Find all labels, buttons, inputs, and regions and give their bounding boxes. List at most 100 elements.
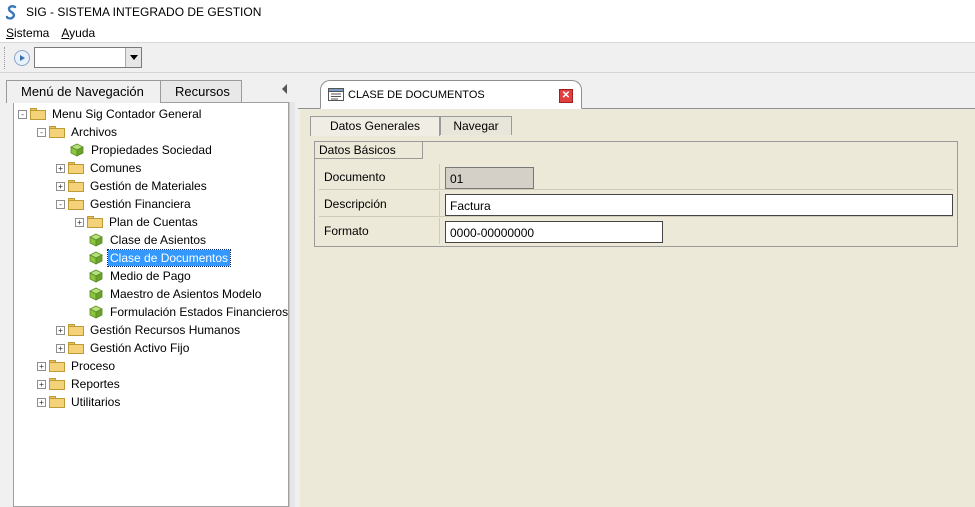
tree-node[interactable]: + Reportes [37,375,122,393]
documento-label: Documento [324,170,386,184]
module-combo[interactable] [34,47,142,68]
tree-node[interactable]: Propiedades Sociedad [56,141,214,159]
document-content: Datos Generales Navegar Datos Básicos Do… [300,109,975,507]
tree-node-label: Medio de Pago [110,269,191,283]
tree-node[interactable]: + Utilitarios [37,393,122,411]
documento-field[interactable]: 01 [445,167,534,189]
tree-node[interactable]: - Menu Sig Contador General [18,105,203,123]
formato-row: Formato 0000-00000000 [319,218,953,244]
expand-icon[interactable]: + [75,217,84,227]
document-tab-label: CLASE DE DOCUMENTOS [348,88,485,101]
collapse-icon[interactable]: - [37,127,46,137]
folder-icon [68,342,84,354]
tree-node[interactable]: - Gestión Financiera [56,195,193,213]
tree-node-label: Proceso [71,359,116,373]
tree-node[interactable]: Clase de Documentos [75,249,232,267]
menu-sistema[interactable]: Sistema [0,26,55,40]
tree-node[interactable]: + Gestión Activo Fijo [56,339,191,357]
tree-node-label: Gestión Recursos Humanos [90,323,241,337]
row-divider [439,164,440,190]
datos-basicos-group: Datos Básicos Documento 01 Descripción F… [314,141,958,247]
folder-icon [49,360,65,372]
chevron-down-icon[interactable] [125,48,141,67]
tree-node-label: Comunes [90,161,142,175]
go-button[interactable] [14,49,30,66]
expand-icon[interactable]: + [56,343,65,353]
menu-bar: Sistema Ayuda [0,23,975,43]
cube-icon [89,287,103,301]
cube-icon [89,233,103,247]
tab-recursos[interactable]: Recursos [160,80,242,102]
tree-node[interactable]: Maestro de Asientos Modelo [75,285,263,303]
tree-node-label: Gestión de Materiales [90,179,207,193]
descripcion-field[interactable]: Factura [445,194,953,216]
navigation-tree[interactable]: - Menu Sig Contador General - Archivos Propi… [13,102,289,507]
document-panel: CLASE DE DOCUMENTOS ✕ Datos Generales Na… [298,74,975,507]
folder-icon [49,378,65,390]
folder-icon [49,396,65,408]
tree-node[interactable]: + Plan de Cuentas [75,213,200,231]
tree-node-label: Clase de Documentos [106,249,232,267]
cube-icon [89,269,103,283]
toolbar [0,43,975,73]
left-panel: Menú de Navegación Recursos - Menu Sig Co… [0,74,296,507]
toolbar-grip[interactable] [4,46,6,69]
expand-icon[interactable]: + [56,325,65,335]
tree-node[interactable]: Formulación Estados Financieros [75,303,289,321]
window-title: SIG - SISTEMA INTEGRADO DE GESTION [26,4,262,19]
tree-node-label: Gestión Financiera [90,197,191,211]
folder-icon [68,162,84,174]
left-panel-tabs: Menú de Navegación Recursos [6,80,296,103]
tree-node[interactable]: Medio de Pago [75,267,193,285]
tree-node-label: Maestro de Asientos Modelo [110,287,262,301]
row-divider [439,191,440,217]
formato-field[interactable]: 0000-00000000 [445,221,663,243]
folder-icon [68,324,84,336]
folder-icon [68,180,84,192]
tab-datos-generales[interactable]: Datos Generales [310,116,440,136]
panel-splitter[interactable] [289,102,295,507]
expand-icon[interactable]: + [56,181,65,191]
tab-menu-navegacion[interactable]: Menú de Navegación [6,80,161,103]
row-divider [439,218,440,244]
tree-node-label: Archivos [71,125,118,139]
cube-icon [89,251,103,265]
menu-ayuda[interactable]: Ayuda [55,26,101,40]
tab-clase-documentos[interactable]: CLASE DE DOCUMENTOS ✕ [320,80,582,109]
folder-icon [49,126,65,138]
sig-logo-icon [5,4,17,20]
folder-icon [87,216,103,228]
tree-node[interactable]: + Proceso [37,357,117,375]
document-tabstrip: CLASE DE DOCUMENTOS ✕ [298,74,975,109]
play-icon [20,54,25,61]
cube-icon [70,143,84,157]
expand-icon[interactable]: + [37,379,46,389]
tree-node-label: Reportes [71,377,120,391]
tree-node[interactable]: + Gestión Recursos Humanos [56,321,242,339]
tree-node-label: Gestión Activo Fijo [90,341,190,355]
tab-navegar[interactable]: Navegar [440,116,512,135]
tree-node-label: Menu Sig Contador General [52,107,202,121]
tree-node-label: Formulación Estados Financieros [110,305,289,319]
collapse-left-icon[interactable] [282,84,287,94]
tree-node[interactable]: Clase de Asientos [75,231,208,249]
form-icon [328,88,344,101]
tree-node[interactable]: + Gestión de Materiales [56,177,209,195]
close-icon[interactable]: ✕ [559,89,573,103]
collapse-icon[interactable]: - [18,109,27,119]
tree-node[interactable]: - Archivos [37,123,119,141]
folder-icon [68,198,84,210]
descripcion-row: Descripción Factura [319,191,953,217]
group-title: Datos Básicos [315,142,423,159]
tree-node-label: Clase de Asientos [110,233,207,247]
documento-row: Documento 01 [319,164,953,190]
collapse-icon[interactable]: - [56,199,65,209]
tree-node[interactable]: + Comunes [56,159,143,177]
expand-icon[interactable]: + [56,163,65,173]
title-bar: SIG - SISTEMA INTEGRADO DE GESTION [0,0,975,23]
tree-node-label: Utilitarios [71,395,121,409]
formato-label: Formato [324,224,369,238]
expand-icon[interactable]: + [37,397,46,407]
cube-icon [89,305,103,319]
expand-icon[interactable]: + [37,361,46,371]
